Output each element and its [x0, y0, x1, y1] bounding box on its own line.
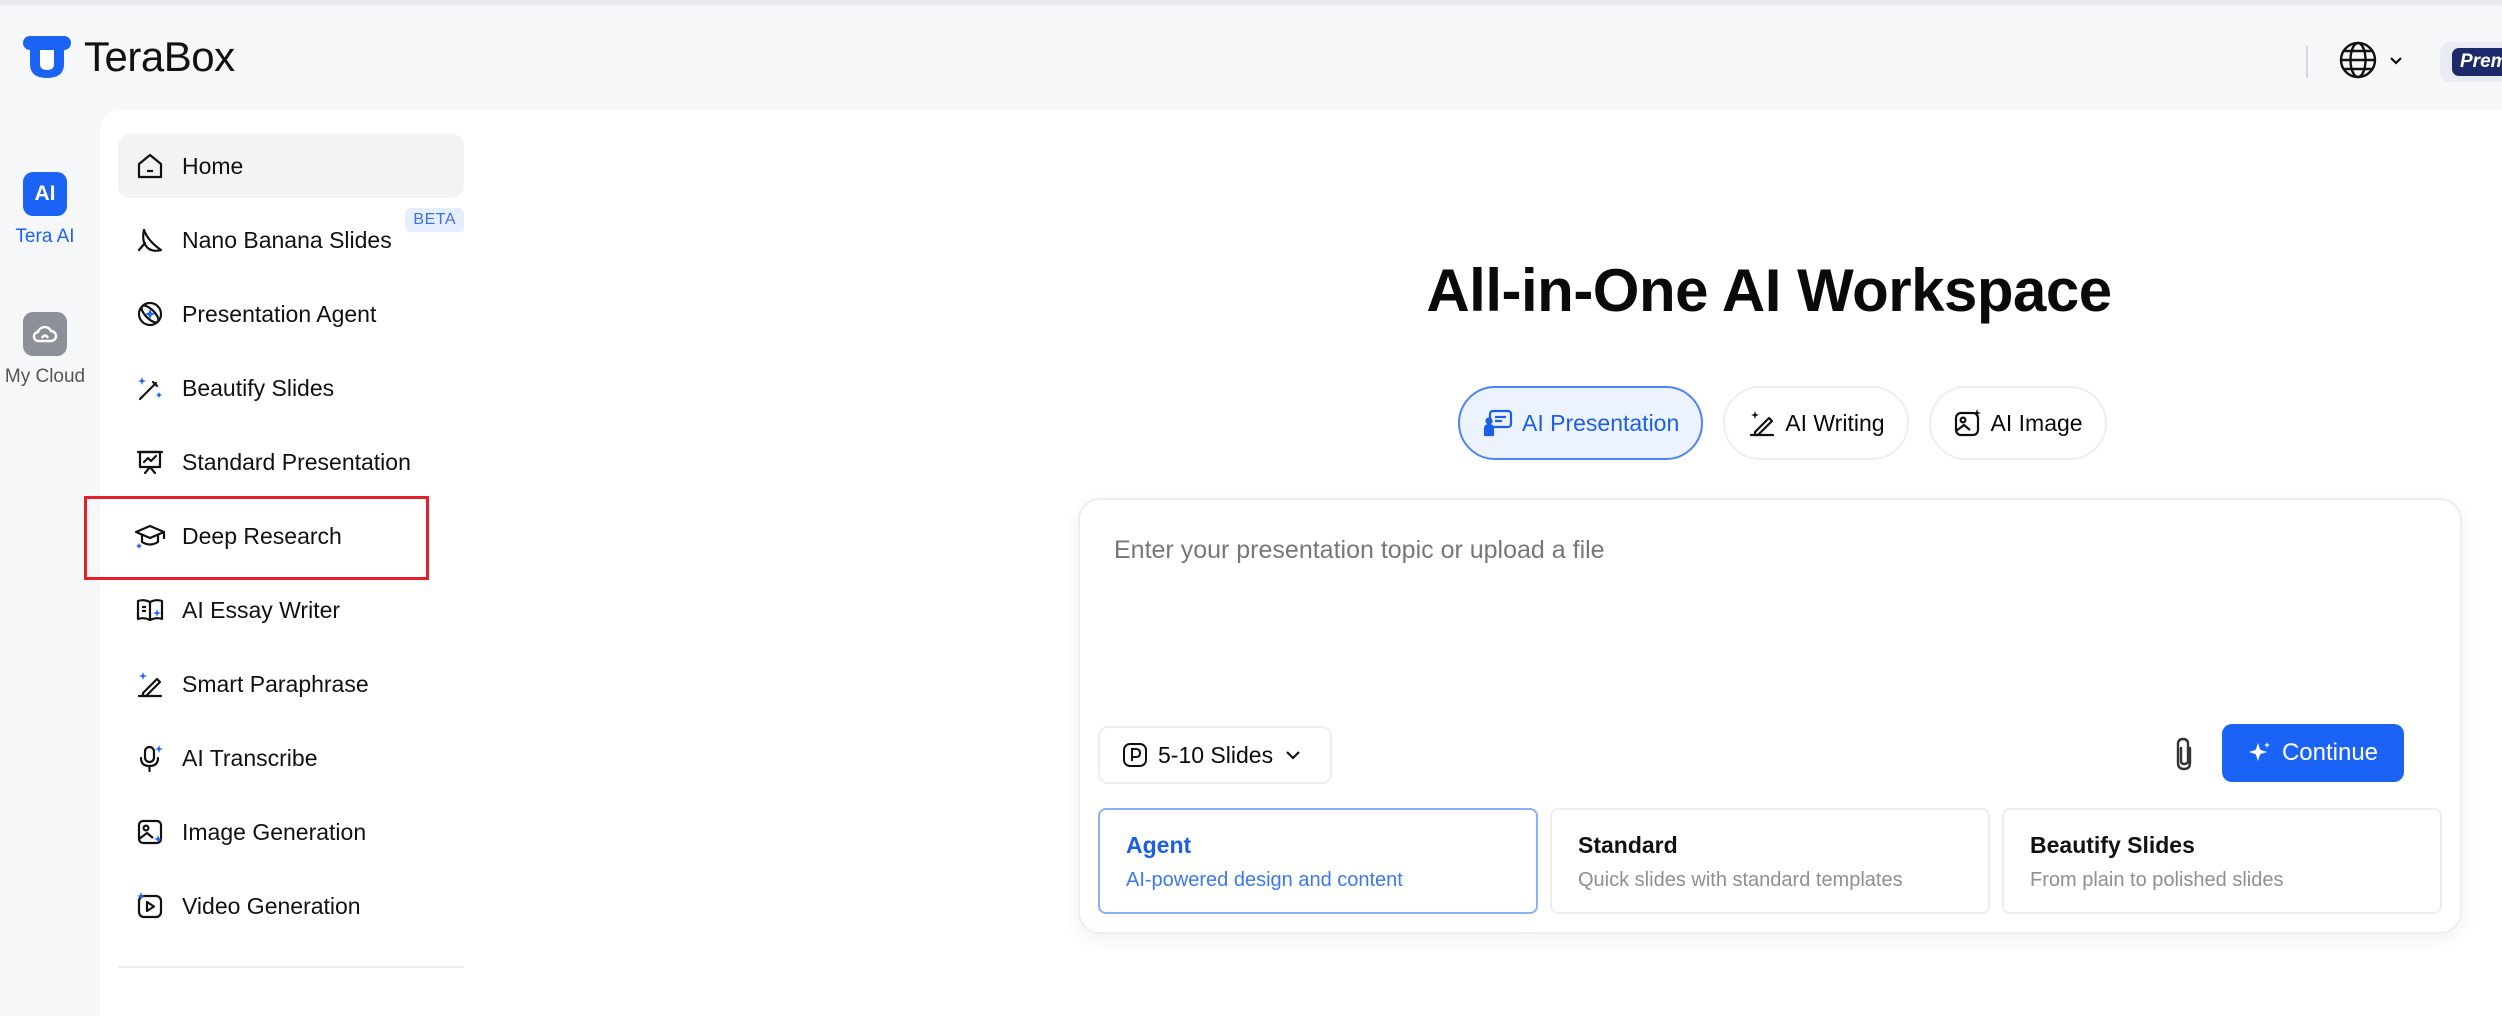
globe-icon [2339, 41, 2377, 79]
sidebar-item-smart-paraphrase[interactable]: Smart Paraphrase [118, 652, 464, 716]
chevron-down-icon [2390, 57, 2402, 65]
pen-icon [1750, 411, 1775, 437]
type-option-beautify-slides[interactable]: Beautify Slides From plain to polished s… [2002, 808, 2442, 914]
tab-ai-presentation[interactable]: AI Presentation [1458, 386, 1704, 460]
sidebar-item-home[interactable]: Home [118, 134, 464, 198]
sidebar-item-image-generation[interactable]: Image Generation [118, 800, 464, 864]
app-name: TeraBox [84, 33, 235, 80]
tab-ai-image[interactable]: AI Image [1928, 386, 2107, 460]
ai-icon: AI [23, 172, 67, 216]
sidebar-item-ai-essay-writer[interactable]: AI Essay Writer [118, 578, 464, 642]
sidebar-item-label: Standard Presentation [182, 448, 411, 475]
sidebar-item-presentation-agent[interactable]: Presentation Agent [118, 282, 464, 346]
header-divider [2306, 46, 2308, 78]
sidebar-item-label: Image Generation [182, 818, 367, 845]
sidebar-item-label: Home [182, 152, 244, 179]
tab-ai-writing[interactable]: AI Writing [1723, 386, 1909, 460]
continue-label: Continue [2281, 739, 2379, 766]
premium-label: Premi [2452, 48, 2502, 76]
tab-label: AI Image [1990, 409, 2083, 436]
pen-sparkle-icon [134, 668, 166, 700]
topic-input[interactable] [1114, 530, 2414, 570]
highlight-box [84, 496, 429, 580]
rail-item-tera-ai[interactable]: AI Tera AI [0, 172, 90, 248]
book-icon [134, 594, 166, 626]
mode-tabs: AI Presentation AI Writing AI Image [1458, 386, 2107, 460]
presentation-type-options: Agent AI-powered design and content Stan… [1098, 808, 2442, 914]
type-description: AI-powered design and content [1126, 869, 1403, 891]
cloud-icon [23, 312, 67, 356]
type-description: Quick slides with standard templates [1578, 869, 1903, 891]
sidebar-item-label: Presentation Agent [182, 300, 377, 327]
type-title: Standard [1578, 832, 1678, 858]
sidebar-item-ai-transcribe[interactable]: AI Transcribe [118, 726, 464, 790]
tab-label: AI Presentation [1522, 409, 1680, 436]
type-title: Beautify Slides [2030, 832, 2195, 858]
presentation-icon [134, 446, 166, 478]
image-sparkle-icon [1954, 409, 1981, 437]
sidebar-item-label: Beautify Slides [182, 374, 335, 401]
image-icon [134, 816, 166, 848]
premium-button[interactable]: Premi [2440, 42, 2502, 82]
tab-label: AI Writing [1785, 409, 1885, 436]
sidebar-item-nano-banana-slides[interactable]: Nano Banana Slides BETA [118, 208, 464, 272]
sidebar-item-label: AI Transcribe [182, 744, 318, 771]
rail-label: Tera AI [15, 226, 75, 247]
page-title: All-in-One AI Workspace [1426, 257, 2112, 324]
type-description: From plain to polished slides [2030, 869, 2284, 891]
video-icon [134, 890, 166, 922]
type-title: Agent [1126, 832, 1192, 858]
sparkle-icon [2248, 742, 2270, 761]
sidebar-item-label: Nano Banana Slides [182, 226, 392, 253]
sidebar-item-label: AI Essay Writer [182, 596, 341, 623]
sidebar-divider [118, 966, 464, 968]
sidebar-item-standard-presentation[interactable]: Standard Presentation [118, 430, 464, 494]
magic-wand-icon [134, 372, 166, 404]
chevron-down-icon [1286, 751, 1300, 760]
type-option-agent[interactable]: Agent AI-powered design and content [1098, 808, 1538, 914]
header: TeraBox Premi [0, 6, 2502, 110]
main-content: All-in-One AI Workspace AI Presentation … [484, 110, 2502, 1016]
paperclip-icon [2176, 737, 2192, 771]
prompt-composer: 5-10 Slides Continue Agent AI-powered de… [1078, 498, 2462, 934]
rail-label: My Cloud [4, 366, 86, 387]
sidebar-item-beautify-slides[interactable]: Beautify Slides [118, 356, 464, 420]
terabox-logo[interactable]: TeraBox [22, 32, 235, 82]
beta-badge: BETA [405, 208, 464, 232]
attach-file-button[interactable] [2170, 734, 2198, 779]
microphone-icon [134, 742, 166, 774]
home-icon [134, 150, 166, 182]
continue-button[interactable]: Continue [2222, 724, 2404, 782]
rail-item-my-cloud[interactable]: My Cloud [0, 312, 90, 388]
slides-count-select[interactable]: 5-10 Slides [1098, 726, 1332, 784]
sidebar-item-label: Smart Paraphrase [182, 670, 369, 697]
type-option-standard[interactable]: Standard Quick slides with standard temp… [1550, 808, 1990, 914]
slides-count-value: 5-10 Slides [1158, 741, 1274, 768]
terabox-logo-icon [23, 36, 71, 78]
sidebar-item-label: Video Generation [182, 892, 361, 919]
language-selector[interactable] [2338, 40, 2404, 80]
sidebar-item-video-generation[interactable]: Video Generation [118, 874, 464, 938]
banana-icon [134, 224, 166, 256]
slides-icon [1123, 743, 1147, 767]
presentation-icon [1483, 409, 1513, 437]
agent-icon [134, 298, 166, 330]
